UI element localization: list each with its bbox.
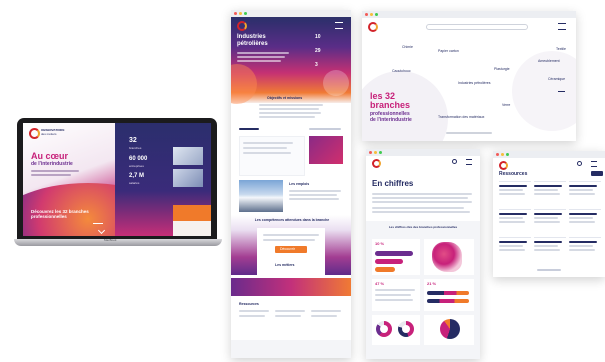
- branch-label[interactable]: Transformation des matériaux: [438, 115, 484, 119]
- tall-page-mockup: Industries pétrolières 10 29 3 Objectifs…: [231, 10, 351, 358]
- search-icon[interactable]: [452, 159, 457, 164]
- menu-icon[interactable]: [558, 23, 566, 30]
- discover-button-label: Découvrir: [280, 247, 295, 251]
- resource-card[interactable]: [534, 237, 566, 262]
- branch-label[interactable]: Industries pétrolières: [458, 81, 491, 85]
- section-skills-title: Les compétences attendues dans la branch…: [254, 218, 330, 222]
- stat-branches-label: branches: [129, 146, 142, 150]
- tall-stat2: 29: [315, 48, 321, 54]
- resources-page-mockup: Ressources: [493, 151, 605, 277]
- menu-icon[interactable]: [591, 161, 597, 167]
- section-objectives-title: Objectifs et missions: [267, 96, 303, 100]
- tall-hero-title-line1: Industries: [237, 34, 266, 40]
- tall-hero-title-line2: pétrolières: [237, 41, 268, 47]
- resource-card[interactable]: [569, 209, 601, 234]
- thumbnail-image[interactable]: [173, 169, 203, 187]
- menu-icon[interactable]: [335, 22, 343, 29]
- stat-employees-label: salariés: [129, 181, 140, 185]
- mountain-image: [239, 180, 283, 212]
- laptop-screen: OBSERVATOIRE des métiers Au cœur de l'in…: [23, 123, 211, 236]
- section-jobs-title: Les emplois: [289, 182, 310, 186]
- arrow-right-icon[interactable]: [93, 223, 103, 224]
- resource-card[interactable]: [569, 181, 601, 206]
- stat-companies-value: 60 000: [129, 156, 148, 162]
- resource-card[interactable]: [499, 209, 531, 234]
- donut-chart: [376, 321, 392, 337]
- laptop-brand: MacBook: [104, 238, 117, 242]
- logo-line2: des métiers: [41, 132, 57, 136]
- laptop-base: [14, 239, 222, 246]
- logo-mark-icon[interactable]: [499, 161, 508, 170]
- pie-chart: [440, 319, 460, 339]
- stats-page-mockup: En chiffres Les chiffres clés des branch…: [366, 149, 480, 359]
- branch-label[interactable]: Ameublement: [538, 59, 560, 63]
- section-resources-title: Ressources: [239, 302, 259, 306]
- branches-title-line4: de l'interindustrie: [370, 117, 412, 123]
- resource-card[interactable]: [499, 237, 531, 262]
- logo-mark-icon[interactable]: [368, 22, 378, 32]
- resources-title: Ressources: [499, 171, 528, 177]
- search-icon[interactable]: [577, 161, 582, 166]
- hero-title-line2: de l'interindustrie: [31, 161, 73, 167]
- laptop-mockup: OBSERVATOIRE des métiers Au cœur de l'in…: [14, 118, 222, 248]
- search-input[interactable]: [426, 24, 528, 30]
- menu-icon[interactable]: [466, 159, 472, 165]
- resource-card[interactable]: [534, 209, 566, 234]
- tall-stat3: 3: [315, 62, 318, 68]
- logo-mark-icon[interactable]: [372, 159, 381, 168]
- hero-cta-text[interactable]: Découvrez les 32 branches professionnell…: [31, 209, 113, 219]
- branch-label[interactable]: Verre: [502, 103, 510, 107]
- gradient-card[interactable]: [309, 136, 343, 164]
- logo-mark-icon: [29, 128, 40, 139]
- filter-button[interactable]: [591, 171, 603, 176]
- orange-card[interactable]: [173, 205, 211, 221]
- kpi2-value: 47 %: [375, 281, 385, 286]
- branch-label[interactable]: Caoutchouc: [392, 69, 411, 73]
- branch-label[interactable]: Textile: [556, 47, 566, 51]
- kpi3-value: 21 %: [427, 281, 437, 286]
- section-trades-title: Les métiers: [275, 263, 295, 267]
- stats-subtitle: Les chiffres clés des branches professio…: [388, 225, 458, 229]
- arrow-right-icon[interactable]: [558, 91, 565, 92]
- branch-label[interactable]: Chimie: [402, 45, 413, 49]
- thumbnail-image[interactable]: [173, 147, 203, 165]
- branches-page-mockup: les 32 branches professionnelles de l'in…: [362, 11, 576, 141]
- logo-mark-icon[interactable]: [237, 21, 247, 31]
- branches-title-line2: branches: [370, 100, 411, 110]
- footer: [231, 340, 351, 358]
- stat-companies-label: entreprises: [129, 164, 144, 168]
- stat-employees-value: 2,7 M: [129, 173, 145, 179]
- resource-card[interactable]: [534, 181, 566, 206]
- tall-stat1: 10: [315, 34, 321, 40]
- stats-title: En chiffres: [372, 179, 414, 188]
- stat-branches-value: 32: [129, 137, 137, 144]
- resource-card[interactable]: [569, 237, 601, 262]
- kpi1-value: 10 %: [375, 241, 385, 246]
- france-map: [432, 242, 462, 272]
- branch-label[interactable]: Céramique: [548, 77, 565, 81]
- discover-button[interactable]: Découvrir: [275, 246, 307, 253]
- branch-label[interactable]: Papier carton: [438, 49, 459, 53]
- branch-label[interactable]: Plasturgie: [494, 67, 510, 71]
- resource-card[interactable]: [499, 181, 531, 206]
- donut-chart: [398, 321, 414, 337]
- hero-title-line1: Au cœur: [31, 151, 68, 161]
